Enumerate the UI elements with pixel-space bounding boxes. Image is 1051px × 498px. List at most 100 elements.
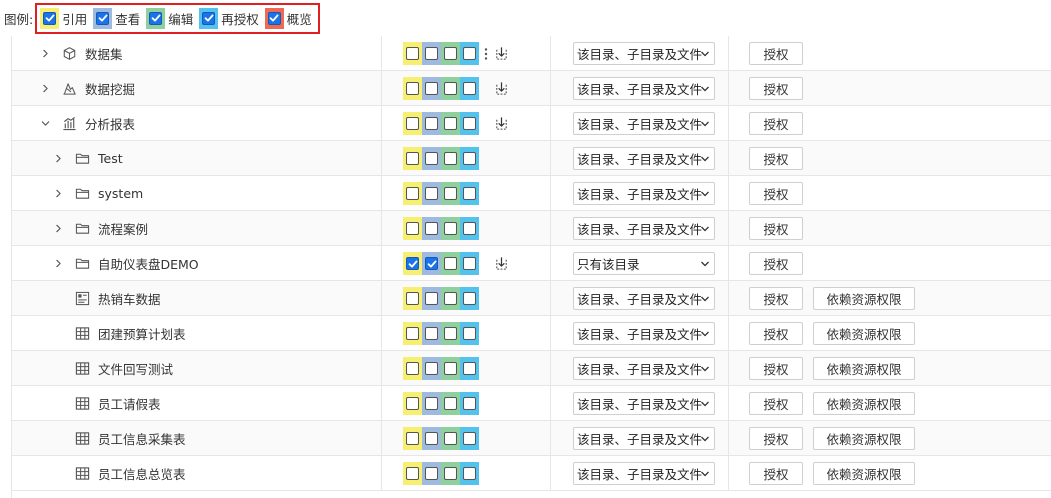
permission-checkbox[interactable] bbox=[406, 187, 419, 200]
permission-checkbox[interactable] bbox=[463, 117, 476, 130]
scope-select[interactable]: 该目录、子目录及文件 bbox=[573, 357, 715, 380]
scope-select[interactable]: 该目录、子目录及文件 bbox=[573, 217, 715, 240]
scope-select[interactable]: 该目录、子目录及文件 bbox=[573, 112, 715, 135]
permission-checkbox[interactable] bbox=[425, 187, 438, 200]
permission-checkbox[interactable] bbox=[406, 47, 419, 60]
permission-checkbox[interactable] bbox=[425, 327, 438, 340]
tree-node[interactable]: 文件回写测试 bbox=[52, 351, 173, 385]
grant-button[interactable]: 授权 bbox=[749, 322, 803, 345]
permission-checkbox[interactable] bbox=[425, 47, 438, 60]
permission-checkbox[interactable] bbox=[425, 257, 438, 270]
tree-node[interactable]: 流程案例 bbox=[52, 211, 148, 245]
permission-checkbox[interactable] bbox=[425, 292, 438, 305]
scope-select[interactable]: 只有该目录 bbox=[573, 252, 715, 275]
permission-checkbox[interactable] bbox=[444, 362, 457, 375]
tree-node[interactable]: 热销车数据 bbox=[52, 281, 161, 315]
permission-checkbox[interactable] bbox=[406, 397, 419, 410]
permission-checkbox[interactable] bbox=[425, 82, 438, 95]
permission-checkbox[interactable] bbox=[463, 82, 476, 95]
chevron-right-icon[interactable] bbox=[52, 187, 64, 199]
permission-checkbox[interactable] bbox=[463, 362, 476, 375]
permission-checkbox[interactable] bbox=[444, 432, 457, 445]
permission-checkbox[interactable] bbox=[463, 222, 476, 235]
permission-checkbox[interactable] bbox=[444, 467, 457, 480]
scope-select[interactable]: 该目录、子目录及文件 bbox=[573, 42, 715, 65]
legend-checkbox[interactable] bbox=[96, 11, 110, 25]
permission-checkbox[interactable] bbox=[406, 257, 419, 270]
permission-checkbox[interactable] bbox=[444, 257, 457, 270]
tree-node[interactable]: 数据挖掘 bbox=[39, 71, 135, 105]
permission-checkbox[interactable] bbox=[406, 222, 419, 235]
chevron-right-icon[interactable] bbox=[39, 82, 51, 94]
tree-node[interactable]: 自助仪表盘DEMO bbox=[52, 246, 199, 280]
permission-checkbox[interactable] bbox=[444, 187, 457, 200]
permission-checkbox[interactable] bbox=[406, 362, 419, 375]
tree-node[interactable]: 员工信息总览表 bbox=[52, 456, 186, 490]
dependency-permission-button[interactable]: 依赖资源权限 bbox=[813, 357, 915, 380]
permission-checkbox[interactable] bbox=[444, 117, 457, 130]
legend-checkbox[interactable] bbox=[149, 11, 163, 25]
grant-button[interactable]: 授权 bbox=[749, 147, 803, 170]
grant-button[interactable]: 授权 bbox=[749, 182, 803, 205]
permission-checkbox[interactable] bbox=[463, 152, 476, 165]
grant-button[interactable]: 授权 bbox=[749, 462, 803, 485]
tree-node[interactable]: 员工请假表 bbox=[52, 386, 161, 420]
dependency-permission-button[interactable]: 依赖资源权限 bbox=[813, 322, 915, 345]
scope-select[interactable]: 该目录、子目录及文件 bbox=[573, 322, 715, 345]
permission-checkbox[interactable] bbox=[425, 152, 438, 165]
permission-checkbox[interactable] bbox=[425, 397, 438, 410]
permission-checkbox[interactable] bbox=[406, 292, 419, 305]
permission-checkbox[interactable] bbox=[463, 292, 476, 305]
tree-node[interactable]: system bbox=[52, 176, 143, 210]
grant-button[interactable]: 授权 bbox=[749, 427, 803, 450]
permission-checkbox[interactable] bbox=[463, 257, 476, 270]
permission-checkbox[interactable] bbox=[444, 82, 457, 95]
dependency-permission-button[interactable]: 依赖资源权限 bbox=[813, 392, 915, 415]
permission-checkbox[interactable] bbox=[406, 152, 419, 165]
permission-checkbox[interactable] bbox=[406, 117, 419, 130]
chevron-right-icon[interactable] bbox=[39, 47, 51, 59]
grant-button[interactable]: 授权 bbox=[749, 42, 803, 65]
grant-button[interactable]: 授权 bbox=[749, 392, 803, 415]
permission-checkbox[interactable] bbox=[406, 432, 419, 445]
permission-checkbox[interactable] bbox=[406, 327, 419, 340]
grant-button[interactable]: 授权 bbox=[749, 252, 803, 275]
permission-checkbox[interactable] bbox=[463, 467, 476, 480]
tree-node[interactable]: 员工信息采集表 bbox=[52, 421, 186, 455]
grant-button[interactable]: 授权 bbox=[749, 217, 803, 240]
permission-checkbox[interactable] bbox=[463, 327, 476, 340]
grant-button[interactable]: 授权 bbox=[749, 77, 803, 100]
scope-select[interactable]: 该目录、子目录及文件 bbox=[573, 462, 715, 485]
legend-checkbox[interactable] bbox=[202, 11, 216, 25]
permission-checkbox[interactable] bbox=[463, 187, 476, 200]
permission-checkbox[interactable] bbox=[444, 47, 457, 60]
grant-button[interactable]: 授权 bbox=[749, 357, 803, 380]
grant-button[interactable]: 授权 bbox=[749, 287, 803, 310]
chevron-right-icon[interactable] bbox=[52, 152, 64, 164]
chevron-right-icon[interactable] bbox=[52, 222, 64, 234]
permission-checkbox[interactable] bbox=[463, 47, 476, 60]
apply-to-children-icon[interactable] bbox=[494, 46, 510, 62]
tree-node[interactable]: Test bbox=[52, 141, 123, 175]
permission-checkbox[interactable] bbox=[406, 82, 419, 95]
grant-button[interactable]: 授权 bbox=[749, 112, 803, 135]
apply-to-children-icon[interactable] bbox=[494, 116, 510, 132]
permission-checkbox[interactable] bbox=[444, 292, 457, 305]
legend-checkbox[interactable] bbox=[43, 11, 57, 25]
dependency-permission-button[interactable]: 依赖资源权限 bbox=[813, 462, 915, 485]
permission-checkbox[interactable] bbox=[463, 397, 476, 410]
tree-node[interactable]: 团建预算计划表 bbox=[52, 316, 186, 350]
permission-checkbox[interactable] bbox=[444, 327, 457, 340]
permission-checkbox[interactable] bbox=[425, 117, 438, 130]
apply-to-children-icon[interactable] bbox=[494, 81, 510, 97]
permission-checkbox[interactable] bbox=[444, 222, 457, 235]
scope-select[interactable]: 该目录、子目录及文件 bbox=[573, 77, 715, 100]
permission-checkbox[interactable] bbox=[425, 467, 438, 480]
chevron-down-icon[interactable] bbox=[39, 117, 51, 129]
permission-checkbox[interactable] bbox=[406, 467, 419, 480]
apply-to-children-icon[interactable] bbox=[494, 256, 510, 272]
scope-select[interactable]: 该目录、子目录及文件 bbox=[573, 147, 715, 170]
permission-checkbox[interactable] bbox=[444, 152, 457, 165]
scope-select[interactable]: 该目录、子目录及文件 bbox=[573, 392, 715, 415]
tree-node[interactable]: 分析报表 bbox=[39, 106, 135, 140]
